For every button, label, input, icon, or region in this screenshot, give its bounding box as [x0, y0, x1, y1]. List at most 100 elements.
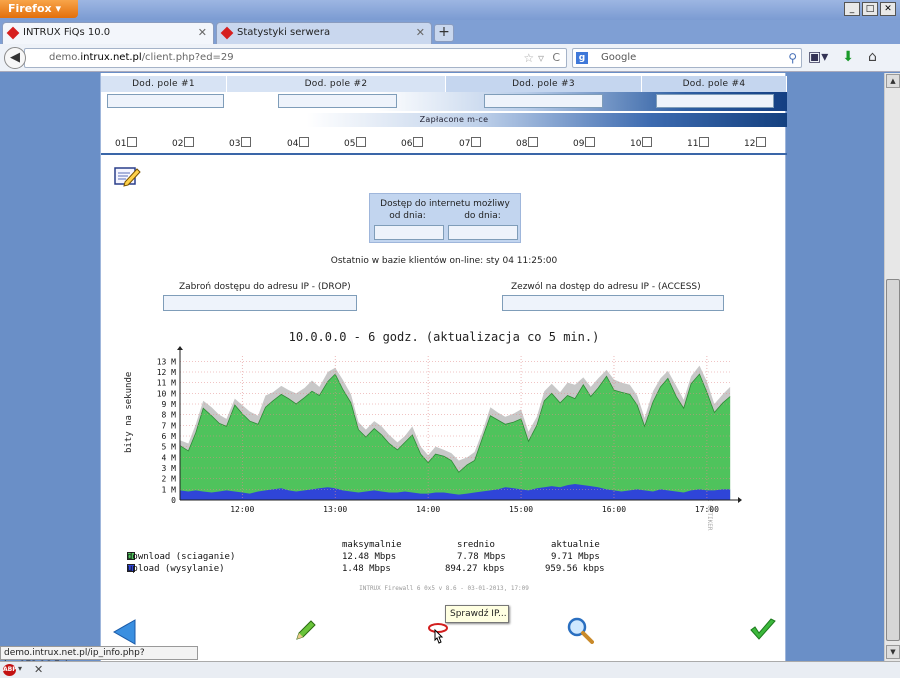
back-arrow-icon[interactable]: [111, 618, 139, 646]
month-checkbox-11[interactable]: 11: [687, 137, 710, 149]
tab-server-stats[interactable]: Statystyki serwera demo.intrux.net.pl ✕: [216, 22, 432, 58]
block-ip-label: Zabroń dostępu do adresu IP - (DROP): [179, 282, 351, 292]
close-window-button[interactable]: ✕: [880, 2, 896, 16]
month-checkbox-03[interactable]: 03: [229, 137, 252, 149]
search-magnifier-icon[interactable]: [566, 616, 594, 644]
download-current: 9.71 Mbps: [551, 552, 600, 562]
stats-header-avg: srednio: [457, 540, 495, 550]
checkbox[interactable]: [241, 137, 252, 147]
month-label: 05: [344, 139, 356, 149]
vertical-scrollbar[interactable]: ▲ ▼: [884, 73, 900, 661]
scrollbar-thumb[interactable]: [886, 279, 900, 641]
month-checkbox-09[interactable]: 09: [573, 137, 596, 149]
allow-ip-label: Zezwól na dostęp do adresu IP - (ACCESS): [511, 282, 701, 292]
pencil-edit-icon[interactable]: [294, 618, 318, 642]
reload-icon[interactable]: C: [552, 49, 560, 67]
checkbox[interactable]: [127, 137, 138, 147]
adblock-dropdown-icon[interactable]: ▾: [18, 664, 22, 673]
month-checkbox-10[interactable]: 10: [630, 137, 653, 149]
months-row: 01 02 03 04 05 06 07 08 09 10 11 12: [101, 135, 787, 155]
month-checkbox-01[interactable]: 01: [115, 137, 138, 149]
x-tick-label: 16:00: [602, 505, 626, 514]
month-checkbox-02[interactable]: 02: [172, 137, 195, 149]
check-ip-tooltip: Sprawdź IP...: [445, 605, 509, 623]
checkbox[interactable]: [699, 137, 710, 147]
download-icon[interactable]: ⬇: [842, 49, 854, 65]
extra-field-input-4[interactable]: [656, 94, 774, 108]
upload-legend-label: upload (wysylanie): [127, 564, 225, 574]
month-checkbox-04[interactable]: 04: [287, 137, 310, 149]
checkbox[interactable]: [642, 137, 653, 147]
edit-note-icon[interactable]: [113, 165, 141, 187]
extra-field-input-3[interactable]: [484, 94, 603, 108]
window-titlebar: Firefox ▾ _ □ ✕: [0, 0, 900, 20]
access-date-labels: od dnia: do dnia:: [370, 211, 520, 221]
y-tick-label: 2 M: [162, 475, 177, 484]
access-title: Dostęp do internetu możliwy: [380, 199, 510, 209]
x-tick-label: 12:00: [230, 505, 254, 514]
bookmark-star-icon[interactable]: ☆ ▿: [523, 49, 544, 67]
adblock-icon[interactable]: ABP: [3, 664, 17, 676]
new-tab-button[interactable]: +: [434, 24, 454, 42]
close-tab-icon[interactable]: ✕: [198, 23, 207, 43]
scroll-down-arrow-icon[interactable]: ▼: [886, 645, 900, 659]
y-tick-label: 3 M: [162, 464, 177, 473]
close-addon-bar-icon[interactable]: ✕: [34, 663, 43, 676]
minimize-button[interactable]: _: [844, 2, 860, 16]
tab-intrux[interactable]: INTRUX FiQs 10.0 ✕: [2, 22, 214, 44]
x-axis-arrow: [738, 497, 742, 503]
chart-stats: maksymalnie srednio aktualnie download (…: [127, 540, 767, 576]
addon-bar: ABP ▾ ✕: [0, 661, 900, 678]
client-panel: Dod. pole #1 Dod. pole #2 Dod. pole #3 D…: [100, 73, 787, 661]
extra-field-label-3: Dod. pole #3: [446, 76, 642, 92]
month-label: 03: [229, 139, 241, 149]
month-checkbox-05[interactable]: 05: [344, 137, 367, 149]
search-bar[interactable]: g Google ⚲: [572, 48, 802, 68]
google-icon[interactable]: g: [576, 52, 588, 64]
firefox-menu-button[interactable]: Firefox ▾: [0, 0, 78, 18]
access-to-label: do dnia:: [464, 211, 501, 221]
x-tick-label: 15:00: [509, 505, 533, 514]
save-checkmark-icon[interactable]: [749, 618, 777, 642]
y-tick-label: 4 M: [162, 453, 177, 462]
allow-ip-input[interactable]: [502, 295, 724, 311]
x-tick-label: 13:00: [323, 505, 347, 514]
month-label: 09: [573, 139, 585, 149]
x-tick-label: 14:00: [416, 505, 440, 514]
upload-max: 1.48 Mbps: [342, 564, 391, 574]
checkbox[interactable]: [413, 137, 424, 147]
month-checkbox-08[interactable]: 08: [516, 137, 539, 149]
checkbox[interactable]: [756, 137, 767, 147]
y-tick-label: 8 M: [162, 411, 177, 420]
paid-months-header: Zapłacone m-ce: [101, 113, 787, 127]
extra-field-input-2[interactable]: [278, 94, 397, 108]
access-to-date-input[interactable]: [448, 225, 518, 240]
url-bar[interactable]: demo.intrux.net.pl/client.php?ed=29 ☆ ▿ …: [24, 48, 567, 68]
month-checkbox-12[interactable]: 12: [744, 137, 767, 149]
search-icon[interactable]: ⚲: [788, 49, 797, 67]
home-icon[interactable]: ⌂: [868, 49, 877, 65]
month-label: 08: [516, 139, 528, 149]
close-tab-icon[interactable]: ✕: [416, 23, 425, 43]
month-label: 10: [630, 139, 642, 149]
x-tick-label: 17:00: [695, 505, 719, 514]
checkbox[interactable]: [471, 137, 482, 147]
block-ip-input[interactable]: [163, 295, 357, 311]
back-button[interactable]: ◀: [4, 47, 26, 69]
y-axis-arrow: [177, 346, 183, 350]
scroll-up-arrow-icon[interactable]: ▲: [886, 74, 900, 88]
bookmarks-menu-icon[interactable]: ▣▾: [808, 49, 828, 65]
checkbox[interactable]: [528, 137, 539, 147]
status-url: demo.intrux.net.pl/ip_info.php?ip=172.16…: [0, 646, 198, 670]
checkbox[interactable]: [585, 137, 596, 147]
access-from-date-input[interactable]: [374, 225, 444, 240]
extra-fields-header: Dod. pole #1 Dod. pole #2 Dod. pole #3 D…: [101, 76, 787, 92]
month-checkbox-07[interactable]: 07: [459, 137, 482, 149]
month-checkbox-06[interactable]: 06: [401, 137, 424, 149]
checkbox[interactable]: [356, 137, 367, 147]
extra-field-label-2: Dod. pole #2: [227, 76, 446, 92]
checkbox[interactable]: [184, 137, 195, 147]
extra-field-input-1[interactable]: [107, 94, 224, 108]
maximize-button[interactable]: □: [862, 2, 878, 16]
checkbox[interactable]: [299, 137, 310, 147]
